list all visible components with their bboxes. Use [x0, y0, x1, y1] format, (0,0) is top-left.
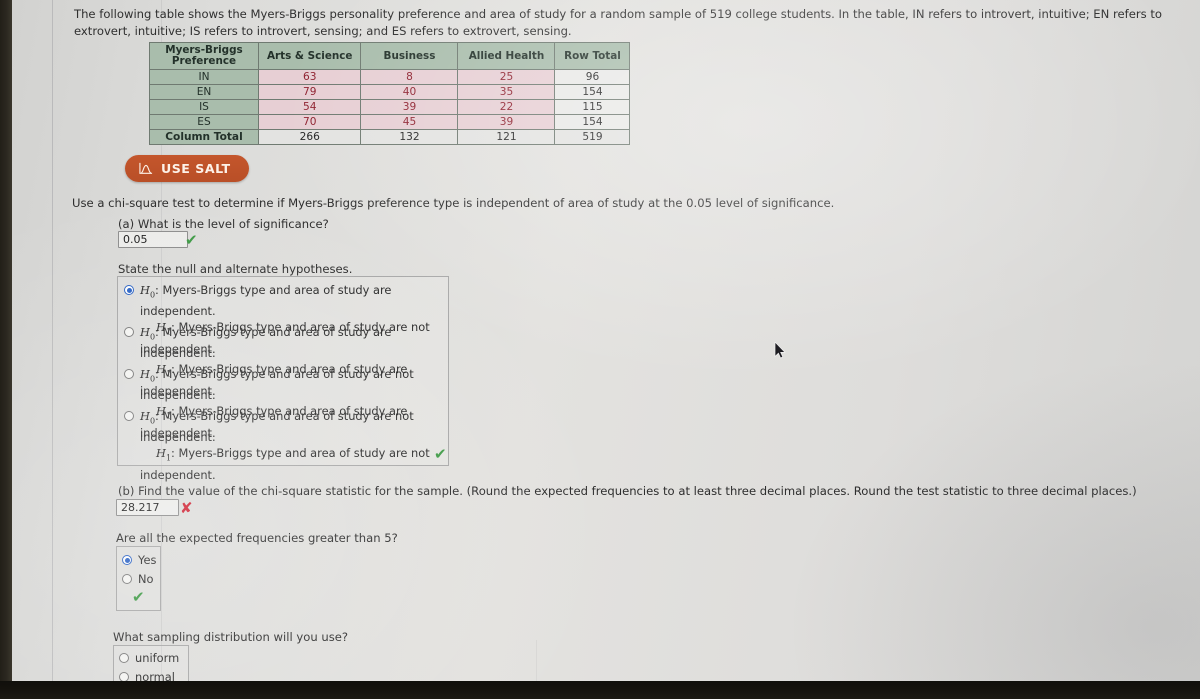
use-salt-button[interactable]: USE SALT: [125, 155, 249, 182]
problem-intro: The following table shows the Myers-Brig…: [74, 7, 1162, 38]
cell-allied: 22: [457, 99, 556, 115]
h0-text: : Myers-Briggs type and area of study ar…: [140, 409, 414, 445]
radio-sampling-uniform[interactable]: [119, 653, 129, 663]
table-row: EN 79 40 35 154: [149, 84, 631, 100]
radio-hypothesis-3[interactable]: [124, 369, 134, 379]
column-total-arts: 266: [257, 129, 362, 145]
use-salt-label: USE SALT: [161, 161, 231, 176]
expected-freq-option-yes[interactable]: Yes: [122, 552, 156, 568]
radio-hypothesis-4[interactable]: [124, 411, 134, 421]
table-header-business: Business: [360, 42, 459, 70]
cell-arts: 54: [257, 99, 362, 115]
expected-frequencies-question: Are all the expected frequencies greater…: [116, 531, 398, 545]
part-a-correct-icon: ✔: [185, 231, 198, 249]
cell-allied: 25: [457, 69, 556, 85]
cell-business: 40: [360, 84, 459, 100]
cell-business: 45: [360, 114, 459, 130]
radio-hypothesis-1[interactable]: [124, 285, 134, 295]
part-a-question: (a) What is the level of significance?: [118, 217, 329, 231]
hypothesis-option-4[interactable]: H0: Myers-Briggs type and area of study …: [124, 408, 446, 483]
assignment-content: The following table shows the Myers-Brig…: [12, 0, 1200, 681]
column-total-allied: 121: [457, 129, 556, 145]
table-row: IN 63 8 25 96: [149, 69, 631, 85]
radio-expected-freq-no[interactable]: [122, 574, 132, 584]
expected-freq-option-no[interactable]: No: [122, 571, 154, 587]
cell-row-total: 115: [554, 99, 631, 115]
cell-allied: 39: [457, 114, 556, 130]
sampling-option-normal[interactable]: normal: [119, 669, 175, 681]
cell-row-total: 154: [554, 84, 631, 100]
expected-freq-yes-label: Yes: [138, 553, 157, 567]
expected-frequencies-option-group[interactable]: Yes No ✔: [116, 546, 161, 611]
row-label: IS: [149, 99, 259, 115]
column-total-business: 132: [360, 129, 459, 145]
sampling-normal-label: normal: [135, 670, 175, 681]
sampling-distribution-question: What sampling distribution will you use?: [113, 630, 349, 644]
corner-line-2: Preference: [171, 55, 237, 67]
column-total-label: Column Total: [149, 129, 259, 145]
level-of-significance-input[interactable]: [118, 231, 188, 248]
photo-left-bezel: [0, 0, 12, 699]
hypotheses-option-group[interactable]: H0: Myers-Briggs type and area of study …: [117, 276, 449, 482]
expected-freq-correct-icon: ✔: [132, 588, 145, 606]
chi-square-statistic-input[interactable]: [116, 499, 179, 516]
cell-arts: 63: [257, 69, 362, 85]
h1-text: : Myers-Briggs type and area of study ar…: [140, 446, 430, 482]
hypotheses-correct-icon: ✔: [434, 445, 447, 463]
radio-expected-freq-yes[interactable]: [122, 555, 132, 565]
cell-row-total: 154: [554, 114, 631, 130]
distribution-curve-icon: [139, 162, 153, 174]
row-label: IN: [149, 69, 259, 85]
radio-sampling-normal[interactable]: [119, 672, 129, 681]
table-header-row-total: Row Total: [554, 42, 631, 70]
table-header-preference: Myers-Briggs Preference: [149, 42, 259, 70]
cell-business: 39: [360, 99, 459, 115]
radio-hypothesis-2[interactable]: [124, 327, 134, 337]
sampling-distribution-option-group[interactable]: uniform normal: [113, 645, 189, 681]
sampling-uniform-label: uniform: [135, 651, 180, 665]
table-header-row: Myers-Briggs Preference Arts & Science B…: [149, 42, 631, 70]
expected-freq-no-label: No: [138, 572, 154, 586]
table-header-allied-health: Allied Health: [457, 42, 556, 70]
chi-square-instruction: Use a chi-square test to determine if My…: [72, 196, 835, 210]
table-header-arts-science: Arts & Science: [257, 42, 362, 70]
mouse-cursor: [774, 342, 786, 359]
sampling-option-uniform[interactable]: uniform: [119, 650, 179, 666]
hypothesis-option-4-text: H0: Myers-Briggs type and area of study …: [140, 409, 430, 482]
h0-text: : Myers-Briggs type and area of study ar…: [140, 325, 392, 361]
part-b-incorrect-icon: ✘: [180, 499, 193, 517]
h0-text: : Myers-Briggs type and area of study ar…: [140, 367, 414, 403]
cell-row-total: 96: [554, 69, 631, 85]
row-label: ES: [149, 114, 259, 130]
table-row: ES 70 45 39 154: [149, 114, 631, 130]
row-label: EN: [149, 84, 259, 100]
cell-arts: 79: [257, 84, 362, 100]
column-total-grand: 519: [554, 129, 631, 145]
cell-arts: 70: [257, 114, 362, 130]
cell-allied: 35: [457, 84, 556, 100]
cell-business: 8: [360, 69, 459, 85]
h0-text: : Myers-Briggs type and area of study ar…: [140, 283, 392, 319]
table-column-total-row: Column Total 266 132 121 519: [149, 129, 631, 145]
browser-viewport: The following table shows the Myers-Brig…: [12, 0, 1200, 681]
hypotheses-prompt: State the null and alternate hypotheses.: [118, 262, 353, 276]
part-b-question: (b) Find the value of the chi-square sta…: [118, 484, 1137, 498]
contingency-table: Myers-Briggs Preference Arts & Science B…: [149, 42, 631, 145]
table-row: IS 54 39 22 115: [149, 99, 631, 115]
screen-photo: The following table shows the Myers-Brig…: [0, 0, 1200, 699]
photo-bottom-bezel: [0, 681, 1200, 699]
